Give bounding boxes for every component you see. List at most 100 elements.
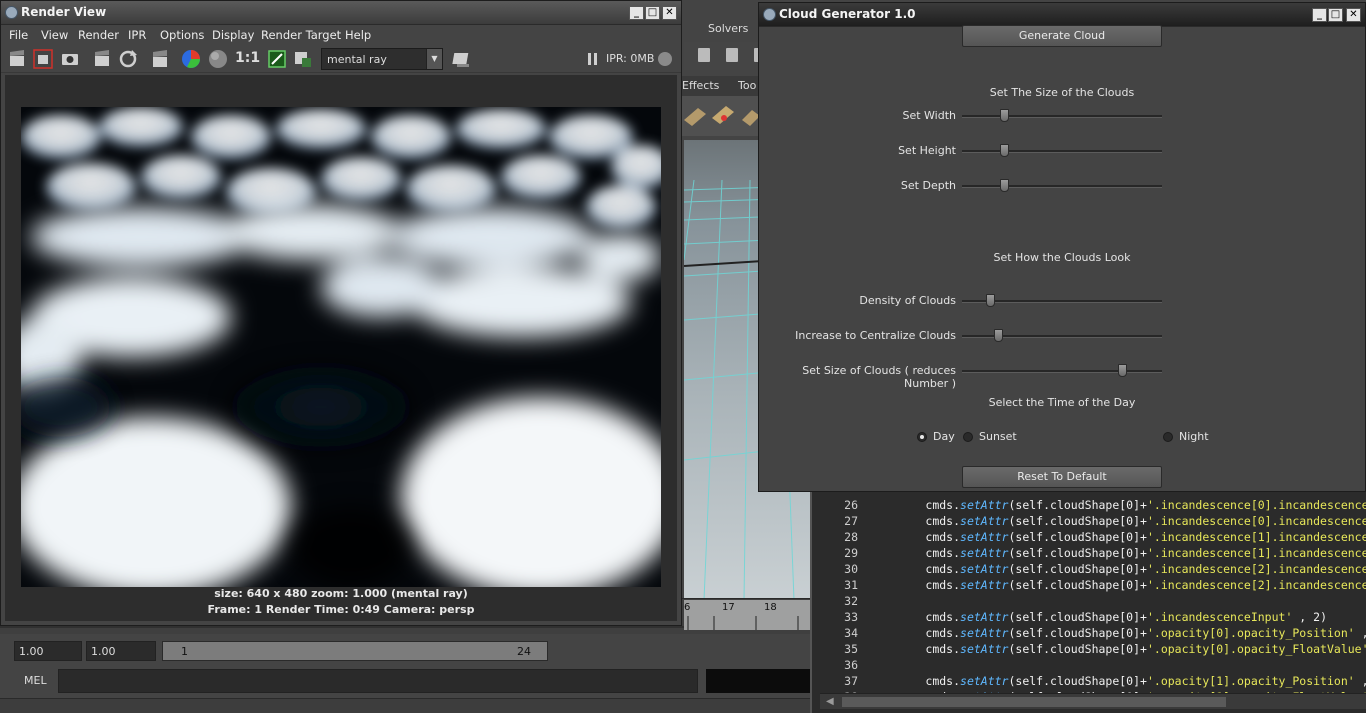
shelf-effect-icon[interactable] xyxy=(712,106,734,124)
menu-help[interactable]: Help xyxy=(345,28,371,42)
day-radio[interactable] xyxy=(917,432,927,442)
start-time-field[interactable]: 1.00 xyxy=(14,641,82,661)
slider-track[interactable] xyxy=(962,144,1162,157)
sunset-radio-label[interactable]: Sunset xyxy=(979,430,1017,443)
slider-label: Density of Clouds xyxy=(859,294,956,307)
slider-label: Set Size of Clouds ( reduces Number ) xyxy=(802,364,956,390)
frame-region-icon[interactable] xyxy=(267,49,287,69)
slider-handle[interactable] xyxy=(1000,179,1009,192)
ipr-render-icon[interactable] xyxy=(726,48,738,62)
slider-handle[interactable] xyxy=(1118,364,1127,377)
render-view-titlebar[interactable]: Render View _ □ ✕ xyxy=(1,1,681,25)
line-number: 27 xyxy=(844,514,858,528)
code-line[interactable]: 27 cmds.setAttr(self.cloudShape[0]+'.inc… xyxy=(812,514,1366,530)
rendered-cloud-image[interactable] xyxy=(21,107,661,587)
slider-track[interactable] xyxy=(962,109,1162,122)
minimize-icon[interactable]: _ xyxy=(629,6,644,20)
editor-horizontal-scrollbar[interactable]: ◀ xyxy=(820,693,1366,709)
code-token-mid: (self.cloudShape[0]+ xyxy=(1008,562,1147,576)
shelf-effect-icon[interactable] xyxy=(684,108,706,126)
close-icon[interactable]: ✕ xyxy=(662,6,677,20)
code-token-str: '.incandescence[0].incandescence xyxy=(1146,498,1366,512)
slider-track[interactable] xyxy=(962,329,1162,342)
refresh-icon[interactable] xyxy=(118,49,138,69)
scroll-left-icon[interactable]: ◀ xyxy=(826,696,834,707)
code-token-pre: cmds. xyxy=(925,674,961,688)
cloud-generator-titlebar[interactable]: Cloud Generator 1.0 _ □ ✕ xyxy=(759,3,1365,27)
range-slider-row: 1.00 1.00 1 24 xyxy=(0,638,810,664)
mel-command-input[interactable] xyxy=(58,669,698,693)
code-token-pre: cmds. xyxy=(925,610,961,624)
maximize-icon[interactable]: □ xyxy=(1328,8,1343,22)
code-line[interactable]: 28 cmds.setAttr(self.cloudShape[0]+'.inc… xyxy=(812,530,1366,546)
render-settings-icon[interactable] xyxy=(452,49,472,69)
script-editor[interactable]: 26 cmds.setAttr(self.cloudShape[0]+'.inc… xyxy=(810,490,1366,713)
slider-handle[interactable] xyxy=(994,329,1003,342)
night-radio-label[interactable]: Night xyxy=(1179,430,1209,443)
keep-image-icon[interactable] xyxy=(293,49,313,69)
slider-track[interactable] xyxy=(962,179,1162,192)
line-number: 33 xyxy=(844,610,858,624)
code-line[interactable]: 31 cmds.setAttr(self.cloudShape[0]+'.inc… xyxy=(812,578,1366,594)
tab-effects[interactable]: Effects xyxy=(682,79,719,92)
code-line[interactable]: 35 cmds.setAttr(self.cloudShape[0]+'.opa… xyxy=(812,642,1366,658)
code-token-str: '.incandescence[1].incandescence xyxy=(1146,530,1366,544)
render-region-icon[interactable] xyxy=(33,49,53,69)
menu-ipr[interactable]: IPR xyxy=(128,28,146,42)
code-line[interactable]: 33 cmds.setAttr(self.cloudShape[0]+'.inc… xyxy=(812,610,1366,626)
sunset-radio[interactable] xyxy=(963,432,973,442)
ratio-label[interactable]: 1:1 xyxy=(235,50,260,66)
ipr-clapper-icon[interactable] xyxy=(92,49,112,69)
menu-display[interactable]: Display xyxy=(212,28,254,42)
code-line[interactable]: 37 cmds.setAttr(self.cloudShape[0]+'.opa… xyxy=(812,674,1366,690)
batch-clapper-icon[interactable] xyxy=(150,49,170,69)
menu-view[interactable]: View xyxy=(41,28,68,42)
code-line[interactable]: 34 cmds.setAttr(self.cloudShape[0]+'.opa… xyxy=(812,626,1366,642)
render-view-menubar: File View Render IPR Options Display Ren… xyxy=(1,25,681,45)
maximize-icon[interactable]: □ xyxy=(645,6,660,20)
code-line[interactable]: 29 cmds.setAttr(self.cloudShape[0]+'.inc… xyxy=(812,546,1366,562)
code-line[interactable]: 36 xyxy=(812,658,1366,674)
menu-render-target[interactable]: Render Target xyxy=(261,28,341,42)
mel-label[interactable]: MEL xyxy=(24,674,47,687)
menu-solvers[interactable]: Solvers xyxy=(708,22,748,35)
slider-handle[interactable] xyxy=(1000,144,1009,157)
menu-render[interactable]: Render xyxy=(78,28,119,42)
slider-track[interactable] xyxy=(962,364,1162,377)
reset-to-default-button[interactable]: Reset To Default xyxy=(962,466,1162,488)
pause-icon[interactable] xyxy=(583,49,603,69)
tab-toolkit[interactable]: Too xyxy=(738,79,756,92)
ipr-memory-label: IPR: 0MB xyxy=(606,52,655,65)
code-line[interactable]: 26 cmds.setAttr(self.cloudShape[0]+'.inc… xyxy=(812,498,1366,514)
range-slider[interactable]: 1 24 xyxy=(162,641,548,661)
render-frame-icon[interactable] xyxy=(698,48,710,62)
timeline-ruler[interactable]: 6 17 18 xyxy=(684,600,810,630)
slider-track[interactable] xyxy=(962,294,1162,307)
clapper-icon[interactable] xyxy=(7,49,27,69)
render-canvas-area[interactable]: size: 640 x 480 zoom: 1.000 (mental ray)… xyxy=(5,75,677,621)
chevron-down-icon[interactable]: ▼ xyxy=(426,49,442,69)
minimize-icon[interactable]: _ xyxy=(1312,8,1327,22)
night-radio[interactable] xyxy=(1163,432,1173,442)
ruler-ticks xyxy=(687,616,799,630)
slider-handle[interactable] xyxy=(986,294,995,307)
code-token-pre: cmds. xyxy=(925,562,961,576)
slider-handle[interactable] xyxy=(1000,109,1009,122)
line-number: 35 xyxy=(844,642,858,656)
scrollbar-thumb[interactable] xyxy=(842,697,1226,707)
generate-cloud-button[interactable]: Generate Cloud xyxy=(962,25,1162,47)
renderer-dropdown[interactable]: mental ray ▼ xyxy=(321,48,443,70)
code-line[interactable]: 30 cmds.setAttr(self.cloudShape[0]+'.inc… xyxy=(812,562,1366,578)
color-wheel-icon[interactable] xyxy=(181,49,201,69)
snapshot-icon[interactable] xyxy=(60,49,80,69)
menu-options[interactable]: Options xyxy=(160,28,204,42)
current-time-field[interactable]: 1.00 xyxy=(86,641,156,661)
day-radio-label[interactable]: Day xyxy=(933,430,955,443)
code-line[interactable]: 32 xyxy=(812,594,1366,610)
grey-sphere-icon[interactable] xyxy=(208,49,228,69)
close-icon[interactable]: ✕ xyxy=(1346,8,1361,22)
code-text: cmds.setAttr(self.cloudShape[0]+'.incand… xyxy=(870,562,1366,576)
menu-file[interactable]: File xyxy=(9,28,28,42)
code-token-str: '.opacity[0].opacity_FloatValue' xyxy=(1146,642,1366,656)
code-token-pre: cmds. xyxy=(925,530,961,544)
